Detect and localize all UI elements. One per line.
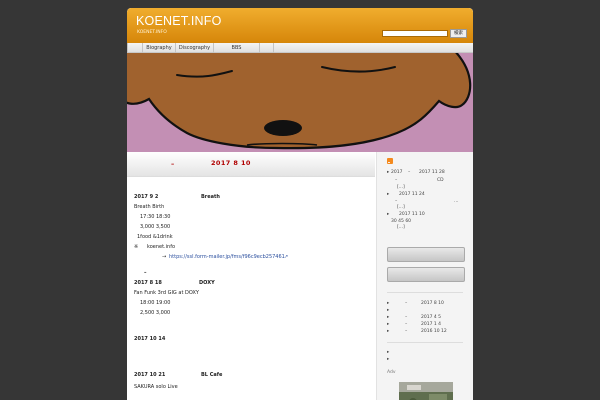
adv-label: Adv [387,370,396,375]
search-button[interactable]: 検索 [450,29,467,38]
bullet-icon: ▸ [387,315,390,320]
entry-line: koenet.info [147,244,176,250]
bullet-icon: ▸ [387,301,390,306]
sidebar-separator [387,292,463,293]
feed-item-text: 30 45 60 [391,219,412,224]
nav-item-biography[interactable]: Biography [142,43,175,53]
feed-item-text[interactable]: 2017 [391,170,402,175]
entry-date: 2017 9 2 [134,194,159,200]
sidebar-button[interactable] [387,267,465,282]
main-nav: Biography Discography BBS [127,43,473,53]
recent-post-date[interactable]: 2017 4 5 [421,315,441,320]
bullet-icon: ▸ [387,329,390,334]
entry-dash: – [144,270,147,276]
entry-venue: Breath [201,194,220,200]
bullet-icon[interactable]: ▸ [387,357,389,362]
recent-dash: – [405,301,408,306]
entry-marker: ※ [134,244,139,250]
entry-line: 2,500 3,000 [140,310,171,316]
bullet-icon: ▸ [387,170,390,175]
recent-dash: – [405,322,408,327]
recent-dash: – [405,329,408,334]
external-link-icon: ↗ [284,254,289,260]
feed-item-text: – [395,178,398,183]
nav-item-bbs[interactable]: BBS [213,43,259,53]
feed-item-text: – [395,199,398,204]
search-input[interactable] [382,30,448,37]
rss-icon[interactable] [387,158,393,164]
feed-item-dash: – [408,170,411,175]
bear-head [127,53,472,150]
advert-photo [399,382,453,400]
header-banner [127,53,473,152]
nav-item-discography[interactable]: Discography [175,43,213,53]
entry-date: 2017 10 14 [134,336,166,342]
advert-image[interactable] [399,382,453,400]
entry-venue: BL Cafe [201,372,223,378]
recent-post-date[interactable]: 2017 8 10 [421,301,444,306]
entry-line: 3,000 3,500 [140,224,171,230]
feed-more[interactable]: [...] [397,225,405,230]
feed-item-text: CD [437,178,444,183]
entry-line: Fan Funk 3rd GIG at DOXY [134,290,199,296]
sidebar-button[interactable] [387,247,465,262]
sidebar-separator [387,342,463,343]
feed-item-date[interactable]: 2017 11 10 [399,212,425,217]
form-mailer-link[interactable]: https://ssl.form-mailer.jp/fms/f96c9ecb2… [169,254,285,260]
feed-item-date[interactable]: 2017 11 24 [399,192,425,197]
feed-item-text: … [454,199,459,204]
bullet-icon: ▸ [387,192,390,197]
post-date-bar: – 2017 8 10 [127,152,375,177]
bear-nose [264,120,302,136]
sidebar: ▸ 2017 – 2017 11 28 – CD [...] ▸ 2017 11… [377,152,473,400]
feed-item-date[interactable]: 2017 11 28 [419,170,445,175]
page-wrapper: KOENET.INFO KOENET.INFO 検索 Biography Dis… [127,8,473,400]
entry-line: SAKURA solo Live [134,384,178,390]
entry-arrow: → [162,254,167,260]
recent-dash: – [405,315,408,320]
nav-spacer [127,43,142,53]
post-date-dash: – [171,160,175,168]
recent-post-date[interactable]: 2017 1 4 [421,322,441,327]
entry-date: 2017 10 21 [134,372,166,378]
entry-venue: DOXY [199,280,215,286]
bullet-icon: ▸ [387,322,390,327]
feed-more[interactable]: [...] [397,185,405,190]
entry-date: 2017 8 18 [134,280,162,286]
main-content: – 2017 8 10 2017 9 2 Breath Breath Birth… [127,152,375,400]
recent-post-date[interactable]: 2016 10 12 [421,329,447,334]
site-description: KOENET.INFO [137,30,167,35]
bullet-icon[interactable]: ▸ [387,350,389,355]
bullet-icon[interactable]: ▸ [387,308,389,313]
site-header: KOENET.INFO KOENET.INFO 検索 [127,8,473,43]
nav-item-blank[interactable] [259,43,274,53]
bullet-icon: ▸ [387,212,390,217]
entry-line: 18:00 19:00 [140,300,171,306]
feed-more[interactable]: [...] [397,205,405,210]
entry-line: Breath Birth [134,204,165,210]
post-date: 2017 8 10 [211,159,251,167]
entry-line: 17:30 18:30 [140,214,171,220]
bear-illustration [127,53,472,150]
site-title[interactable]: KOENET.INFO [136,14,222,28]
entry-line: 1food &1drink [137,234,173,240]
